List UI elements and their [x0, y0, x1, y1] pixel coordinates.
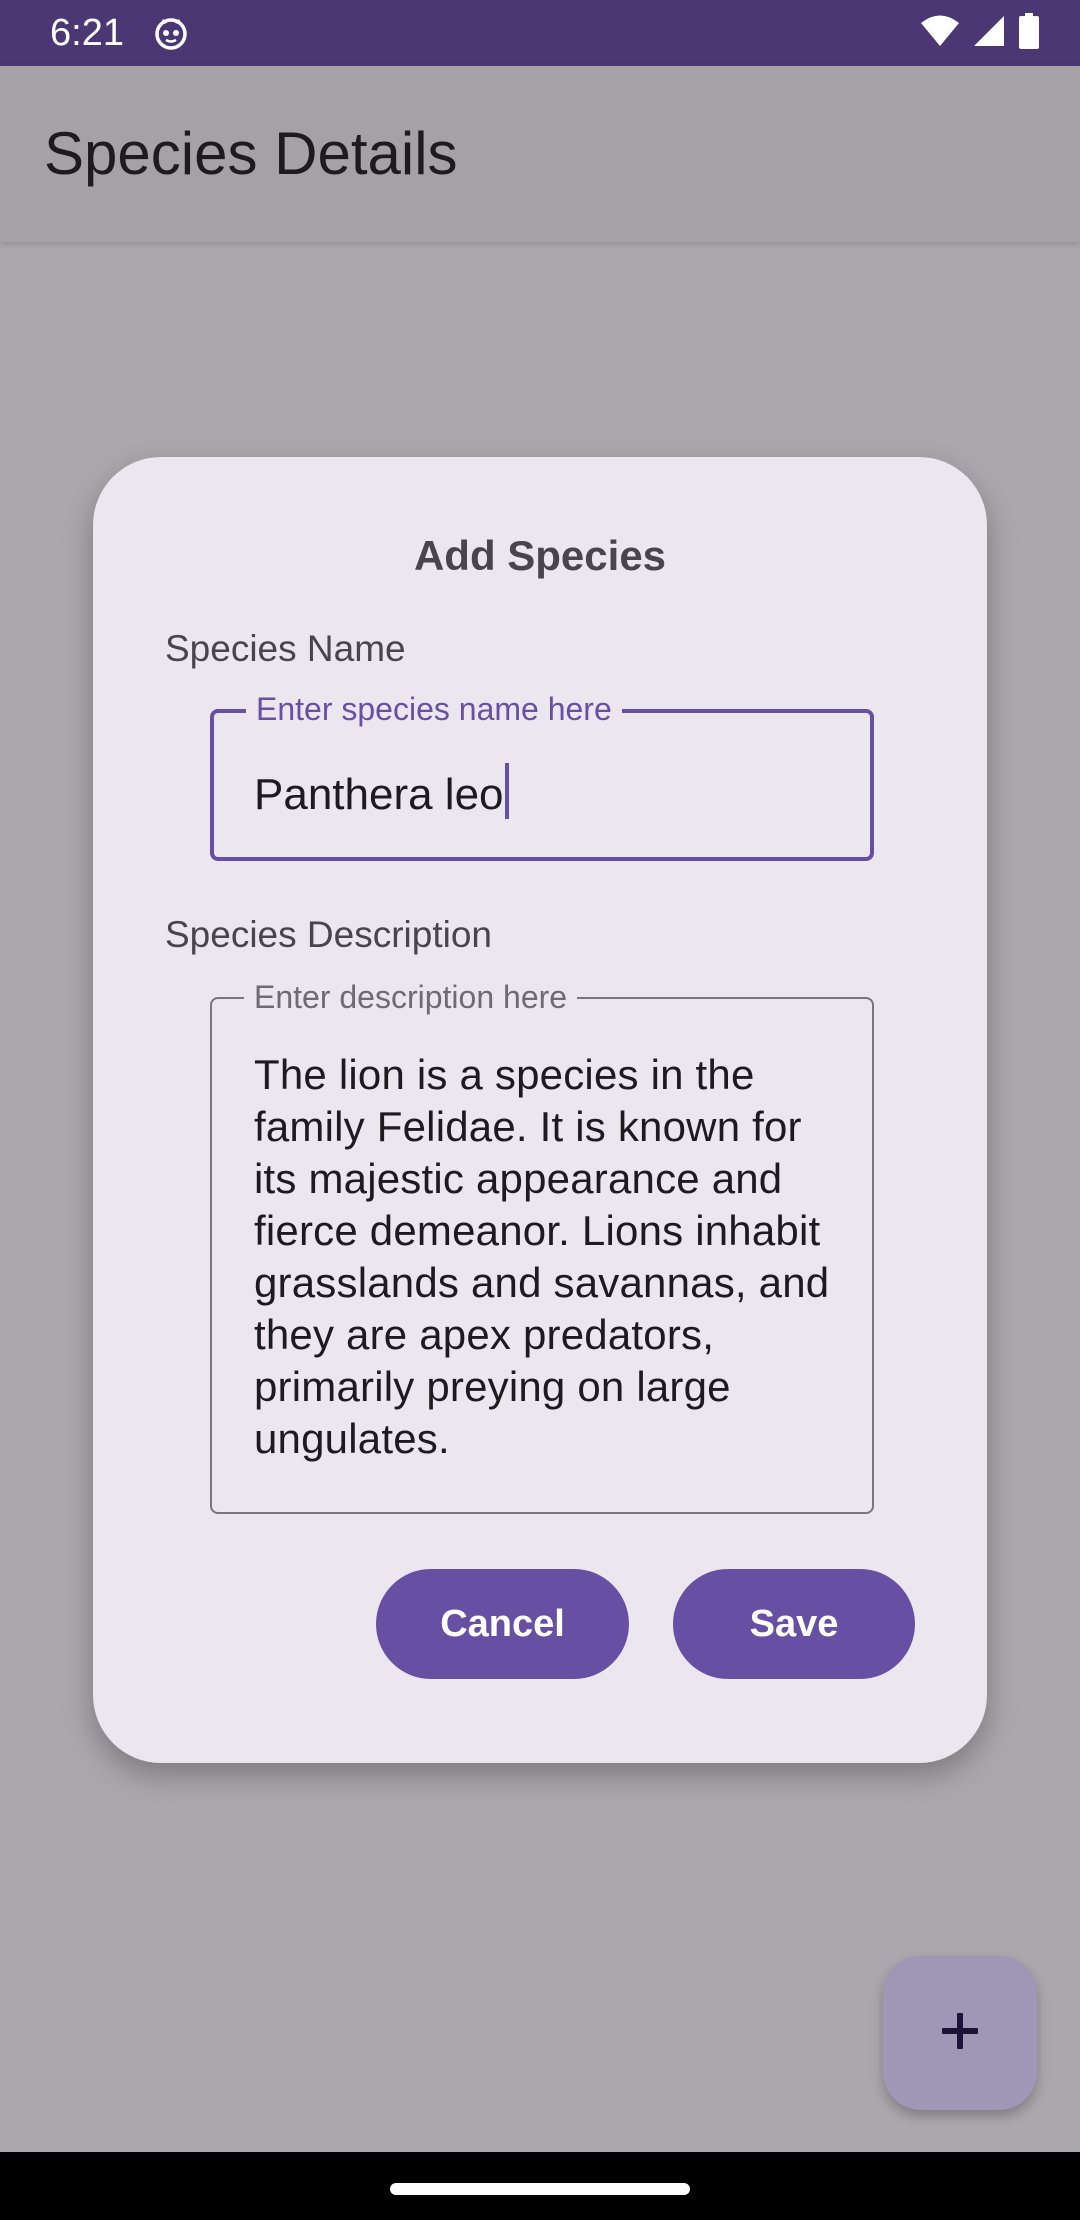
- navigation-bar: [0, 2152, 1080, 2220]
- status-icons: [920, 12, 1040, 54]
- plus-icon: [940, 2011, 980, 2056]
- species-name-value: Panthera leo: [254, 770, 504, 819]
- species-description-value: The lion is a species in the family Feli…: [254, 1051, 830, 1462]
- save-button[interactable]: Save: [673, 1569, 915, 1679]
- battery-icon: [1018, 12, 1040, 54]
- dialog-title: Add Species: [413, 532, 667, 579]
- species-description-input[interactable]: Enter description here The lion is a spe…: [210, 977, 874, 1514]
- species-name-value-wrap: Panthera leo: [254, 763, 509, 821]
- cat-face-icon: [154, 16, 188, 50]
- add-species-dialog: Add Species Species Name Enter species n…: [93, 457, 987, 1763]
- page-title: Species Details: [44, 120, 458, 187]
- cancel-button[interactable]: Cancel: [376, 1569, 629, 1679]
- home-gesture-handle[interactable]: [390, 2183, 690, 2195]
- species-description-label: Species Description: [165, 914, 492, 955]
- add-species-fab[interactable]: [883, 1956, 1037, 2110]
- species-description-placeholder: Enter description here: [244, 977, 578, 1017]
- status-time: 6:21: [50, 12, 124, 54]
- cell-signal-icon: [972, 14, 1006, 53]
- species-name-input[interactable]: Enter species name here Panthera leo: [210, 689, 874, 861]
- status-bar: 6:21: [0, 0, 1080, 66]
- wifi-icon: [920, 14, 960, 53]
- text-cursor: [504, 763, 509, 819]
- species-name-label: Species Name: [165, 628, 406, 669]
- app-bar: Species Details: [0, 66, 1080, 242]
- species-name-placeholder: Enter species name here: [246, 689, 622, 729]
